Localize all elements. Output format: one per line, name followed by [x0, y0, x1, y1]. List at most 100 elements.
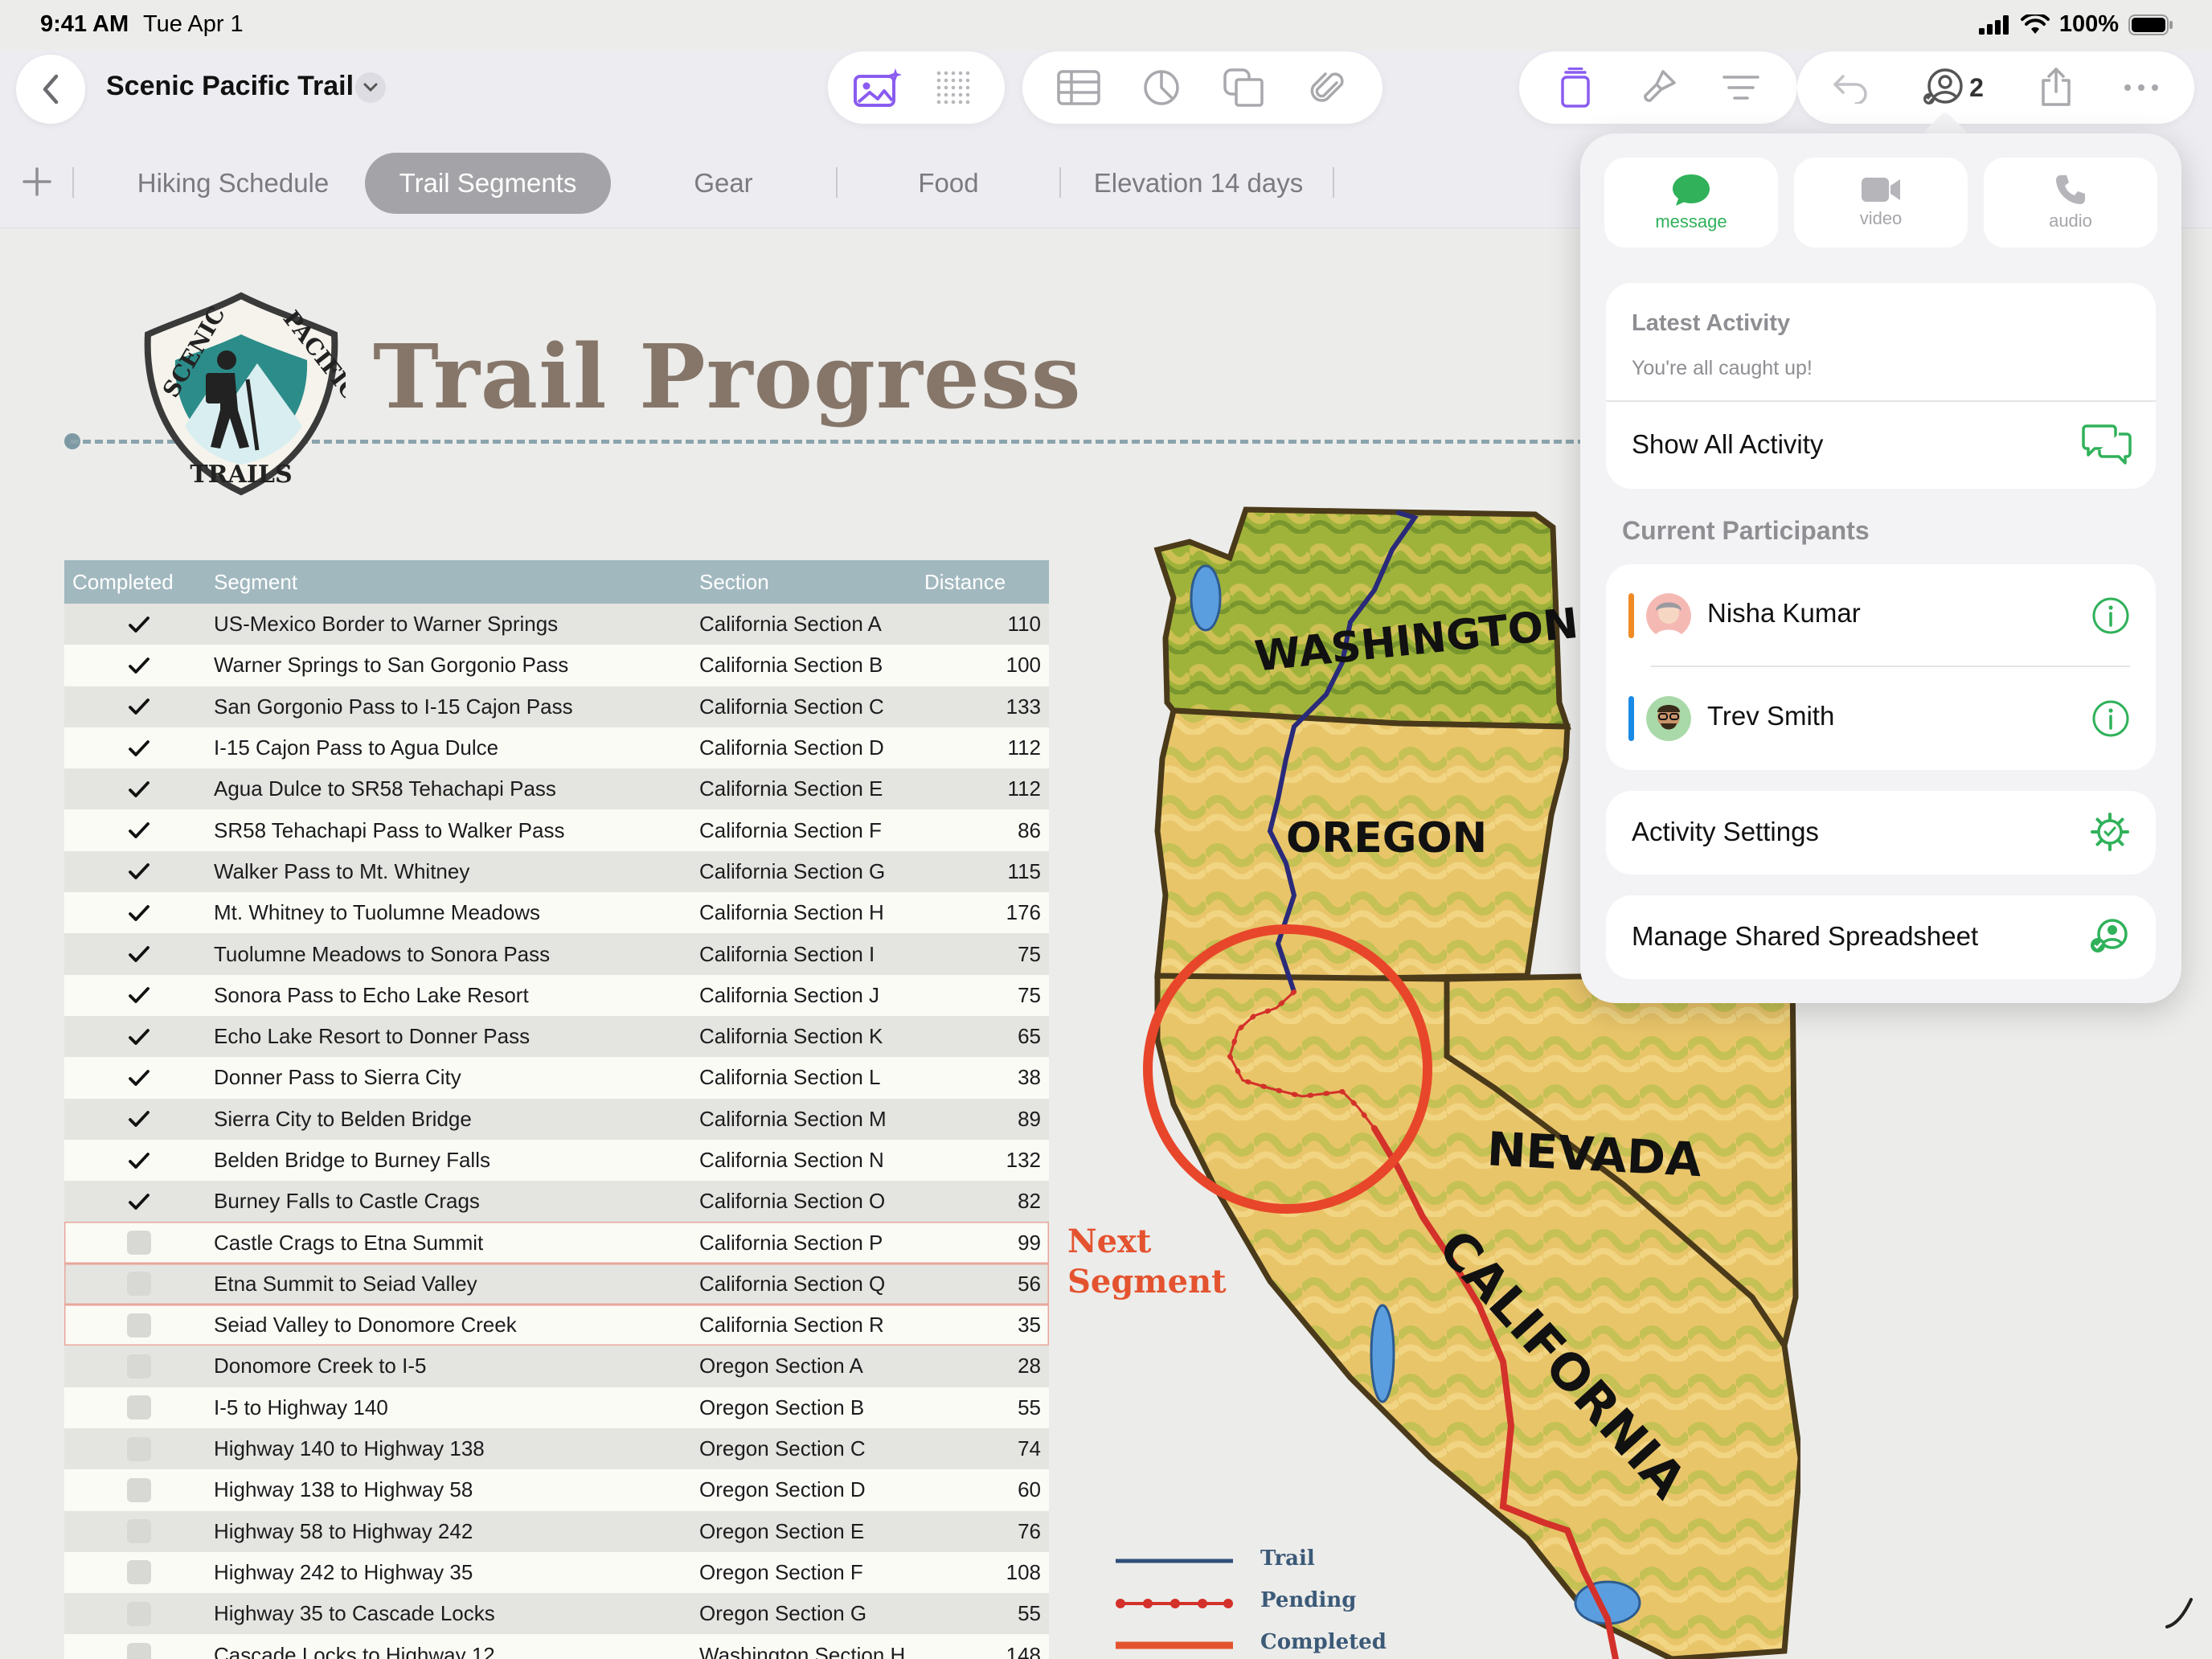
section-cell[interactable]: California Section J	[699, 983, 924, 1008]
tab-elevation-14-days[interactable]: Elevation 14 days	[1085, 153, 1312, 214]
table-row[interactable]: Agua Dulce to SR58 Tehachapi Pass Califor…	[64, 768, 1049, 810]
activity-settings-button[interactable]: Activity Settings	[1606, 791, 2156, 875]
segment-cell[interactable]: Agua Dulce to SR58 Tehachapi Pass	[214, 776, 699, 801]
segment-cell[interactable]: Highway 140 to Highway 138	[214, 1436, 699, 1461]
completed-cell[interactable]	[64, 1231, 214, 1256]
segment-cell[interactable]: I-15 Cajon Pass to Agua Dulce	[214, 735, 699, 760]
table-row[interactable]: I-5 to Highway 140 Oregon Section B 55	[64, 1387, 1049, 1428]
table-row[interactable]: San Gorgonio Pass to I-15 Cajon Pass Cali…	[64, 686, 1049, 727]
checkbox-unchecked[interactable]	[127, 1231, 151, 1256]
segment-cell[interactable]: Highway 138 to Highway 58	[214, 1477, 699, 1502]
checkbox-unchecked[interactable]	[127, 1313, 151, 1337]
distance-cell[interactable]: 60	[924, 1477, 1049, 1502]
table-row[interactable]: Highway 58 to Highway 242 Oregon Section …	[64, 1510, 1049, 1552]
scribble-indicator-icon[interactable]	[2164, 1595, 2196, 1630]
completed-cell[interactable]	[64, 1192, 214, 1211]
tab-trail-segments[interactable]: Trail Segments	[365, 153, 611, 214]
completed-cell[interactable]	[64, 615, 214, 634]
completed-cell[interactable]	[64, 1109, 214, 1129]
distance-cell[interactable]: 55	[924, 1601, 1049, 1626]
section-cell[interactable]: Oregon Section E	[699, 1519, 924, 1544]
table-row[interactable]: Seiad Valley to Donomore Creek California…	[64, 1305, 1049, 1346]
distance-cell[interactable]: 112	[924, 776, 1049, 801]
add-sheet-button[interactable]	[18, 162, 56, 201]
distance-cell[interactable]: 112	[924, 735, 1049, 760]
column-header-segment[interactable]: Segment	[214, 570, 699, 595]
completed-cell[interactable]	[64, 862, 214, 881]
insert-chart-button[interactable]	[1131, 57, 1192, 118]
table-row[interactable]: Cascade Locks to Highway 12 Washington Se…	[64, 1634, 1049, 1659]
completed-cell[interactable]	[64, 985, 214, 1005]
table-row[interactable]: Highway 138 to Highway 58 Oregon Section …	[64, 1469, 1049, 1511]
sort-filter-button[interactable]	[1710, 57, 1772, 118]
distance-cell[interactable]: 75	[924, 983, 1049, 1008]
distance-cell[interactable]: 176	[924, 900, 1049, 925]
completed-cell[interactable]	[64, 1068, 214, 1088]
collaboration-button[interactable]: 2	[1905, 57, 2001, 118]
completed-cell[interactable]	[64, 739, 214, 758]
distance-cell[interactable]: 82	[924, 1189, 1049, 1214]
segment-cell[interactable]: US-Mexico Border to Warner Springs	[214, 612, 699, 637]
completed-cell[interactable]	[64, 1560, 214, 1585]
completed-cell[interactable]	[64, 656, 214, 675]
segment-cell[interactable]: Castle Crags to Etna Summit	[214, 1231, 699, 1256]
checkbox-unchecked[interactable]	[127, 1601, 151, 1626]
participant-row[interactable]: Trev Smith	[1606, 667, 2156, 770]
table-row[interactable]: Etna Summit to Seiad Valley California Se…	[64, 1263, 1049, 1305]
column-header-section[interactable]: Section	[699, 570, 924, 595]
checkbox-unchecked[interactable]	[127, 1436, 151, 1461]
tab-gear[interactable]: Gear	[659, 153, 788, 214]
table-row[interactable]: Echo Lake Resort to Donner Pass Californi…	[64, 1015, 1049, 1058]
distance-cell[interactable]: 132	[924, 1148, 1049, 1173]
more-button[interactable]	[2111, 57, 2172, 118]
distance-cell[interactable]: 108	[924, 1560, 1049, 1585]
table-row[interactable]: Walker Pass to Mt. Whitney California Sec…	[64, 850, 1049, 893]
checkbox-unchecked[interactable]	[127, 1477, 151, 1502]
section-cell[interactable]: California Section K	[699, 1024, 924, 1049]
info-icon[interactable]	[2091, 699, 2130, 738]
section-cell[interactable]: Oregon Section F	[699, 1560, 924, 1585]
distance-cell[interactable]: 38	[924, 1065, 1049, 1090]
checkbox-unchecked[interactable]	[127, 1643, 151, 1659]
section-cell[interactable]: Washington Section H	[699, 1643, 924, 1659]
column-header-completed[interactable]: Completed	[64, 570, 214, 595]
segment-cell[interactable]: SR58 Tehachapi Pass to Walker Pass	[214, 818, 699, 843]
section-cell[interactable]: California Section R	[699, 1313, 924, 1337]
table-row[interactable]: Sonora Pass to Echo Lake Resort Californi…	[64, 974, 1049, 1016]
insert-shape-button[interactable]	[1214, 57, 1275, 118]
table-row[interactable]: Burney Falls to Castle Crags California S…	[64, 1181, 1049, 1223]
message-button[interactable]: message	[1604, 158, 1778, 248]
title-menu-button[interactable]	[355, 72, 386, 103]
completed-cell[interactable]	[64, 1272, 214, 1296]
distance-cell[interactable]: 65	[924, 1024, 1049, 1049]
distance-cell[interactable]: 35	[924, 1313, 1049, 1337]
distance-cell[interactable]: 99	[924, 1231, 1049, 1256]
section-cell[interactable]: California Section O	[699, 1189, 924, 1214]
completed-cell[interactable]	[64, 780, 214, 799]
section-cell[interactable]: Oregon Section G	[699, 1601, 924, 1626]
section-cell[interactable]: California Section Q	[699, 1272, 924, 1296]
distance-cell[interactable]: 100	[924, 653, 1049, 678]
format-button[interactable]	[1628, 57, 1689, 118]
section-cell[interactable]: Oregon Section D	[699, 1477, 924, 1502]
audio-button[interactable]: audio	[1984, 158, 2157, 248]
section-cell[interactable]: California Section I	[699, 942, 924, 967]
tab-food[interactable]: Food	[884, 153, 1013, 214]
completed-cell[interactable]	[64, 1313, 214, 1337]
distance-cell[interactable]: 115	[924, 859, 1049, 884]
participant-row[interactable]: Nisha Kumar	[1606, 564, 2156, 667]
table-row[interactable]: US-Mexico Border to Warner Springs Califo…	[64, 604, 1049, 645]
section-cell[interactable]: California Section P	[699, 1231, 924, 1256]
distance-cell[interactable]: 86	[924, 818, 1049, 843]
segment-cell[interactable]: Echo Lake Resort to Donner Pass	[214, 1024, 699, 1049]
segment-cell[interactable]: Etna Summit to Seiad Valley	[214, 1272, 699, 1296]
video-button[interactable]: video	[1794, 158, 1968, 248]
checkbox-unchecked[interactable]	[127, 1272, 151, 1296]
table-row[interactable]: Castle Crags to Etna Summit California Se…	[64, 1222, 1049, 1264]
distance-cell[interactable]: 110	[924, 612, 1049, 637]
segment-cell[interactable]: Highway 35 to Cascade Locks	[214, 1601, 699, 1626]
show-all-activity-button[interactable]: Show All Activity	[1606, 402, 2156, 489]
undo-button[interactable]	[1820, 57, 1881, 118]
distance-cell[interactable]: 75	[924, 942, 1049, 967]
distance-cell[interactable]: 56	[924, 1272, 1049, 1296]
